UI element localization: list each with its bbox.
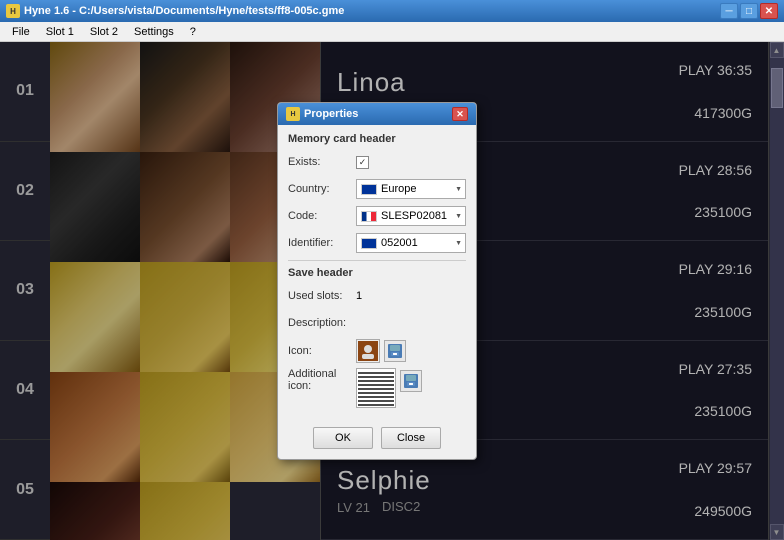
icon-save-button[interactable] [384,340,406,362]
dialog-icon: H [286,107,300,121]
properties-dialog: H Properties ✕ Memory card header Exists… [277,102,477,460]
country-label: Country: [288,183,356,195]
dialog-footer: OK Close [278,421,476,459]
main-content: 01 02 03 04 05 [0,42,784,540]
menu-slot1[interactable]: Slot 1 [38,24,82,40]
eu-flag-icon-2 [361,238,377,249]
code-label: Code: [288,210,356,222]
fr-flag-icon [361,211,377,222]
menu-bar: File Slot 1 Slot 2 Settings ? [0,22,784,42]
additional-icon-preview [356,368,396,408]
eu-flag-icon [361,184,377,195]
app-icon: H [6,4,20,18]
window-title: Hyne 1.6 - C:/Users/vista/Documents/Hyne… [24,5,720,17]
form-row-identifier: Identifier: 052001 [288,232,466,254]
additional-icon-save-button[interactable] [400,370,422,392]
close-button[interactable]: ✕ [760,3,778,19]
maximize-button[interactable]: □ [740,3,758,19]
form-row-code: Code: SLESP02081 [288,205,466,227]
country-value: Europe [381,183,416,195]
form-row-icon: Icon: [288,339,466,363]
form-row-description: Description: [288,312,466,334]
ok-button[interactable]: OK [313,427,373,449]
form-row-used-slots: Used slots: 1 [288,285,466,307]
menu-help[interactable]: ? [182,24,204,40]
used-slots-value: 1 [356,290,362,302]
divider-1 [288,260,466,261]
used-slots-label: Used slots: [288,290,356,302]
exists-label: Exists: [288,156,356,168]
country-select[interactable]: Europe [356,179,466,199]
additional-icon-label: Additional icon: [288,368,356,392]
code-control[interactable]: SLESP02081 [356,206,466,226]
code-value: SLESP02081 [381,210,447,222]
exists-checkbox[interactable]: ✓ [356,156,369,169]
section-memory-card: Memory card header [288,133,466,145]
menu-slot2[interactable]: Slot 2 [82,24,126,40]
identifier-control[interactable]: 052001 [356,233,466,253]
form-row-country: Country: Europe [288,178,466,200]
description-label: Description: [288,317,356,329]
icon-label: Icon: [288,345,356,357]
dialog-title-text: Properties [304,108,358,120]
title-bar: H Hyne 1.6 - C:/Users/vista/Documents/Hy… [0,0,784,22]
identifier-label: Identifier: [288,237,356,249]
form-row-exists: Exists: ✓ [288,151,466,173]
exists-control: ✓ [356,156,466,169]
dialog-close-button[interactable]: Close [381,427,441,449]
identifier-value: 052001 [381,237,418,249]
section-save-header: Save header [288,267,466,279]
dialog-title-bar: H Properties ✕ [278,103,476,125]
dialog-close-x-button[interactable]: ✕ [452,107,468,121]
title-bar-controls: ─ □ ✕ [720,3,778,19]
minimize-button[interactable]: ─ [720,3,738,19]
menu-file[interactable]: File [4,24,38,40]
code-select[interactable]: SLESP02081 [356,206,466,226]
country-control[interactable]: Europe [356,179,466,199]
form-row-additional-icon: Additional icon: [288,368,466,408]
identifier-select[interactable]: 052001 [356,233,466,253]
modal-overlay: H Properties ✕ Memory card header Exists… [0,42,784,540]
icon-preview [356,339,380,363]
menu-settings[interactable]: Settings [126,24,182,40]
dialog-body: Memory card header Exists: ✓ Country: Eu… [278,125,476,421]
